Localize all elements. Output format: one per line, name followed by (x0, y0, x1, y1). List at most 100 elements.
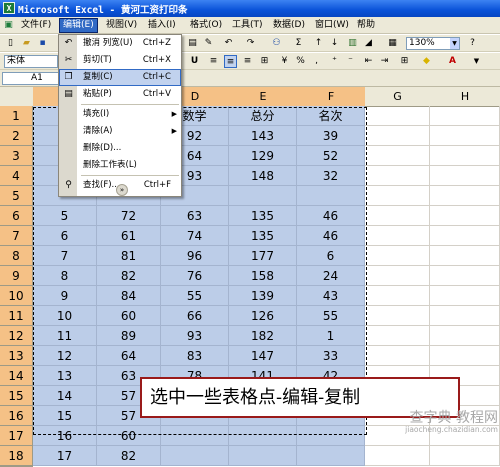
chevron-down-icon[interactable]: ▼ (450, 38, 459, 49)
row-header[interactable]: 3 (0, 146, 33, 166)
menu-item-delete[interactable]: 删除(D)... (59, 140, 181, 157)
menu-item-fill[interactable]: 填充(I) ▶ (59, 106, 181, 123)
table-cell[interactable]: 17 (33, 446, 97, 466)
table-cell[interactable] (365, 346, 430, 366)
row-header[interactable]: 10 (0, 286, 33, 306)
table-cell[interactable] (430, 126, 500, 146)
menu-help[interactable]: 帮助 (354, 19, 378, 32)
drawing-icon[interactable]: ◢ (362, 37, 375, 50)
column-header[interactable]: F (297, 87, 366, 107)
menu-edit[interactable]: 编辑(E) (59, 18, 98, 33)
table-cell[interactable] (365, 166, 430, 186)
fill-color-icon[interactable]: ◆ (420, 55, 433, 68)
table-cell[interactable] (365, 246, 430, 266)
table-cell[interactable] (365, 106, 430, 126)
column-header[interactable]: H (430, 87, 500, 107)
menu-data[interactable]: 数据(D) (270, 19, 308, 32)
name-box[interactable]: A1 (2, 72, 62, 85)
table-cell[interactable] (430, 446, 500, 466)
row-header[interactable]: 2 (0, 126, 33, 146)
row-header[interactable]: 18 (0, 446, 33, 466)
workbook-icon[interactable]: ▣ (2, 19, 15, 32)
column-header[interactable]: E (229, 87, 298, 107)
table-cell[interactable] (430, 326, 500, 346)
help-icon[interactable]: ? (466, 37, 479, 50)
menu-item-undo[interactable]: ↶ 撤消 列宽(U) Ctrl+Z (59, 35, 181, 52)
new-icon[interactable]: ▯ (4, 37, 17, 50)
merge-center-icon[interactable]: ⊞ (258, 55, 271, 68)
table-cell[interactable] (365, 126, 430, 146)
table-cell[interactable] (430, 266, 500, 286)
row-header[interactable]: 4 (0, 166, 33, 186)
table-cell[interactable] (430, 186, 500, 206)
table-cell[interactable] (430, 146, 500, 166)
chart-wizard-icon[interactable]: ▥ (346, 37, 359, 50)
select-all-corner[interactable] (0, 87, 34, 107)
menu-tools[interactable]: 工具(T) (229, 19, 266, 32)
table-cell[interactable] (365, 226, 430, 246)
open-icon[interactable]: ▰ (20, 37, 33, 50)
column-header[interactable]: G (365, 87, 431, 107)
menu-format[interactable]: 格式(O) (187, 19, 225, 32)
menu-item-paste[interactable]: ▤ 粘贴(P) Ctrl+V (59, 86, 181, 103)
menu-file[interactable]: 文件(F) (18, 19, 54, 32)
table-cell[interactable] (365, 146, 430, 166)
font-color-icon[interactable]: A (446, 55, 459, 68)
comma-icon[interactable]: , (310, 55, 323, 68)
map-icon[interactable]: ▦ (386, 37, 399, 50)
format-painter-icon[interactable]: ✎ (202, 37, 215, 50)
menu-item-cut[interactable]: ✂ 剪切(T) Ctrl+X (59, 52, 181, 69)
row-header[interactable]: 8 (0, 246, 33, 266)
table-cell[interactable] (430, 226, 500, 246)
toolbar-options-icon[interactable]: ▼ (470, 55, 483, 68)
currency-icon[interactable]: ¥ (278, 55, 291, 68)
menu-item-delete-sheet[interactable]: 删除工作表(L) (59, 157, 181, 174)
decrease-decimal-icon[interactable]: ⁻ (344, 55, 357, 68)
table-cell[interactable] (430, 306, 500, 326)
expand-menu-icon[interactable]: » (116, 184, 128, 196)
menu-view[interactable]: 视图(V) (103, 19, 140, 32)
row-header[interactable]: 6 (0, 206, 33, 226)
table-cell[interactable] (365, 186, 430, 206)
align-center-icon[interactable]: ≡ (224, 55, 237, 68)
borders-icon[interactable]: ⊞ (398, 55, 411, 68)
table-cell[interactable] (430, 166, 500, 186)
table-cell[interactable] (161, 446, 229, 466)
row-header[interactable]: 13 (0, 346, 33, 366)
table-cell[interactable] (430, 106, 500, 126)
table-cell[interactable] (229, 446, 297, 466)
align-left-icon[interactable]: ≡ (207, 55, 220, 68)
menu-insert[interactable]: 插入(I) (145, 19, 179, 32)
row-header[interactable]: 17 (0, 426, 33, 446)
zoom-select[interactable]: 130% ▼ (406, 37, 460, 50)
table-cell[interactable] (365, 206, 430, 226)
autosum-icon[interactable]: Σ (292, 37, 305, 50)
row-header[interactable]: 16 (0, 406, 33, 426)
sort-descending-icon[interactable]: ↓ (328, 37, 341, 50)
row-header[interactable]: 12 (0, 326, 33, 346)
percent-icon[interactable]: % (294, 55, 307, 68)
decrease-indent-icon[interactable]: ⇤ (362, 55, 375, 68)
font-select[interactable]: 宋体 (4, 55, 58, 68)
table-cell[interactable] (430, 346, 500, 366)
table-cell[interactable] (297, 446, 365, 466)
save-icon[interactable]: ▪ (36, 37, 49, 50)
undo-icon[interactable]: ↶ (222, 37, 235, 50)
row-header[interactable]: 7 (0, 226, 33, 246)
row-header[interactable]: 1 (0, 106, 33, 126)
table-cell[interactable]: 82 (97, 446, 161, 466)
table-cell[interactable] (365, 286, 430, 306)
paste-icon[interactable]: ▤ (186, 37, 199, 50)
hyperlink-icon[interactable]: ⚇ (270, 37, 283, 50)
table-cell[interactable] (430, 206, 500, 226)
table-cell[interactable] (365, 266, 430, 286)
redo-icon[interactable]: ↷ (244, 37, 257, 50)
increase-indent-icon[interactable]: ⇥ (378, 55, 391, 68)
row-header[interactable]: 9 (0, 266, 33, 286)
table-cell[interactable] (430, 286, 500, 306)
align-right-icon[interactable]: ≡ (241, 55, 254, 68)
menu-item-copy[interactable]: ❐ 复制(C) Ctrl+C (59, 69, 181, 86)
increase-decimal-icon[interactable]: ⁺ (328, 55, 341, 68)
table-cell[interactable] (430, 246, 500, 266)
row-header[interactable]: 15 (0, 386, 33, 406)
